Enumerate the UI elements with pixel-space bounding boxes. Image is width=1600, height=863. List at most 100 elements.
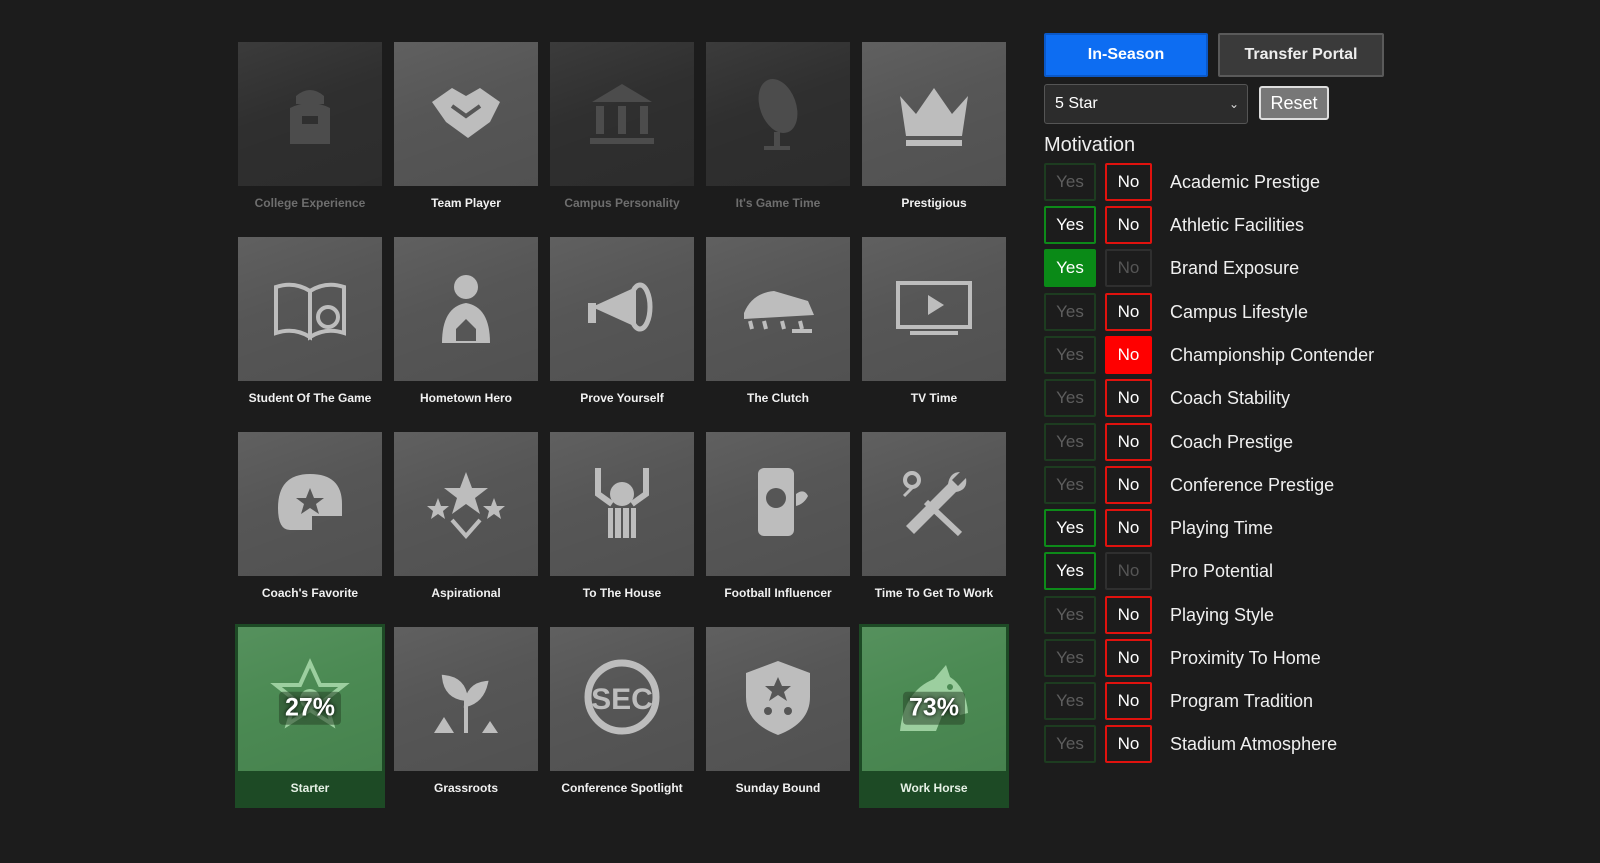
no-button[interactable]: No — [1105, 379, 1152, 417]
tile-label: Work Horse — [862, 771, 1006, 805]
player-house-icon — [422, 263, 510, 356]
motivation-tile[interactable]: Prestigious — [862, 42, 1006, 220]
yes-button[interactable]: Yes — [1044, 639, 1096, 677]
transfer-portal-tab[interactable]: Transfer Portal — [1218, 33, 1384, 77]
shield-stars-icon — [734, 653, 822, 746]
no-button[interactable]: No — [1105, 596, 1152, 634]
yes-button[interactable]: Yes — [1044, 466, 1096, 504]
yes-button[interactable]: Yes — [1044, 163, 1096, 201]
tile-label: To The House — [582, 586, 662, 600]
no-button[interactable]: No — [1105, 509, 1152, 547]
tile-image — [238, 432, 382, 576]
motivation-label: Proximity To Home — [1170, 647, 1321, 668]
megaphone-icon — [578, 263, 666, 356]
tile-label: Football Influencer — [724, 586, 832, 600]
motivation-tile[interactable]: Sunday Bound — [706, 627, 850, 805]
tile-label: Team Player — [431, 196, 501, 210]
yes-button[interactable]: Yes — [1044, 336, 1096, 374]
motivation-tile[interactable]: TV Time — [862, 237, 1006, 415]
motivation-row: Yes No Coach Prestige — [1044, 423, 1293, 461]
match-percent: 27% — [278, 691, 342, 725]
tile-label: Campus Personality — [564, 196, 680, 210]
no-button[interactable]: No — [1105, 639, 1152, 677]
motivation-tile[interactable]: To The House — [550, 432, 694, 610]
tile-label: The Clutch — [747, 391, 809, 405]
tile-label: Prestigious — [901, 196, 967, 210]
tile-image — [394, 42, 538, 186]
no-button[interactable]: No — [1105, 163, 1152, 201]
motivation-tile[interactable]: Grassroots — [394, 627, 538, 805]
motivation-tile[interactable]: SEC Conference Spotlight — [550, 627, 694, 805]
motivation-label: Pro Potential — [1170, 560, 1274, 581]
motivation-tile[interactable]: Campus Personality — [550, 42, 694, 220]
no-button[interactable]: No — [1105, 249, 1152, 287]
motivation-label: Conference Prestige — [1170, 474, 1335, 495]
book-icon — [266, 263, 354, 356]
motivation-row: Yes No Championship Contender — [1044, 336, 1374, 374]
motivation-grid: College Experience Team Player Campus Pers… — [235, 42, 1009, 808]
tile-label: Sunday Bound — [735, 781, 821, 795]
sec-logo-icon: SEC — [578, 653, 666, 746]
tile-image — [394, 237, 538, 381]
yes-button[interactable]: Yes — [1044, 596, 1096, 634]
motivation-tile[interactable]: Aspirational — [394, 432, 538, 610]
tile-label: TV Time — [910, 391, 958, 405]
yes-button[interactable]: Yes — [1044, 552, 1096, 590]
stars-icon — [422, 458, 510, 551]
tile-label: Grassroots — [433, 781, 499, 795]
tile-image — [550, 237, 694, 381]
yes-button[interactable]: Yes — [1044, 206, 1096, 244]
helmet-star-icon — [266, 458, 354, 551]
motivation-tile[interactable]: College Experience — [238, 42, 382, 220]
yes-button[interactable]: Yes — [1044, 293, 1096, 331]
motivation-label: Academic Prestige — [1170, 171, 1321, 192]
tile-label: Aspirational — [431, 586, 501, 600]
no-button[interactable]: No — [1105, 206, 1152, 244]
motivation-row: Yes No Playing Style — [1044, 596, 1274, 634]
yes-button[interactable]: Yes — [1044, 249, 1096, 287]
no-button[interactable]: No — [1105, 552, 1152, 590]
motivation-label: Campus Lifestyle — [1170, 301, 1309, 322]
motivation-tile[interactable]: Team Player — [394, 42, 538, 220]
tile-image — [394, 627, 538, 771]
tile-image — [238, 42, 382, 186]
motivation-label: Brand Exposure — [1170, 257, 1300, 278]
tile-image — [550, 42, 694, 186]
tile-label: It's Game Time — [735, 196, 821, 210]
motivation-tile[interactable]: Hometown Hero — [394, 237, 538, 415]
touchdown-icon — [578, 458, 666, 551]
tile-label: Conference Spotlight — [561, 781, 683, 795]
in-season-tab[interactable]: In-Season — [1044, 33, 1208, 77]
tools-icon — [890, 458, 978, 551]
no-button[interactable]: No — [1105, 336, 1152, 374]
motivation-tile[interactable]: 27% Starter — [235, 624, 385, 808]
yes-button[interactable]: Yes — [1044, 379, 1096, 417]
motivation-tile[interactable]: Coach's Favorite — [238, 432, 382, 610]
tile-image: SEC — [550, 627, 694, 771]
motivation-row: Yes No Campus Lifestyle — [1044, 293, 1308, 331]
motivation-tile[interactable]: Student Of The Game — [238, 237, 382, 415]
yes-button[interactable]: Yes — [1044, 509, 1096, 547]
motivation-label: Program Tradition — [1170, 690, 1314, 711]
yes-button[interactable]: Yes — [1044, 682, 1096, 720]
motivation-tile[interactable]: The Clutch — [706, 237, 850, 415]
no-button[interactable]: No — [1105, 682, 1152, 720]
motivation-tile[interactable]: It's Game Time — [706, 42, 850, 220]
no-button[interactable]: No — [1105, 293, 1152, 331]
no-button[interactable]: No — [1105, 423, 1152, 461]
tile-label: Time To Get To Work — [874, 586, 994, 600]
no-button[interactable]: No — [1105, 725, 1152, 763]
crown-icon — [890, 68, 978, 161]
reset-button[interactable]: Reset — [1259, 86, 1329, 120]
motivation-tile[interactable]: Football Influencer — [706, 432, 850, 610]
handshake-icon — [422, 68, 510, 161]
no-button[interactable]: No — [1105, 466, 1152, 504]
motivation-tile[interactable]: Time To Get To Work — [862, 432, 1006, 610]
motivation-tile[interactable]: Prove Yourself — [550, 237, 694, 415]
yes-button[interactable]: Yes — [1044, 423, 1096, 461]
yes-button[interactable]: Yes — [1044, 725, 1096, 763]
tile-label: Student Of The Game — [248, 391, 372, 405]
star-rating-select[interactable]: 5 Star ⌄ — [1044, 84, 1248, 124]
motivation-row: Yes No Academic Prestige — [1044, 163, 1320, 201]
motivation-tile[interactable]: 73% Work Horse — [859, 624, 1009, 808]
